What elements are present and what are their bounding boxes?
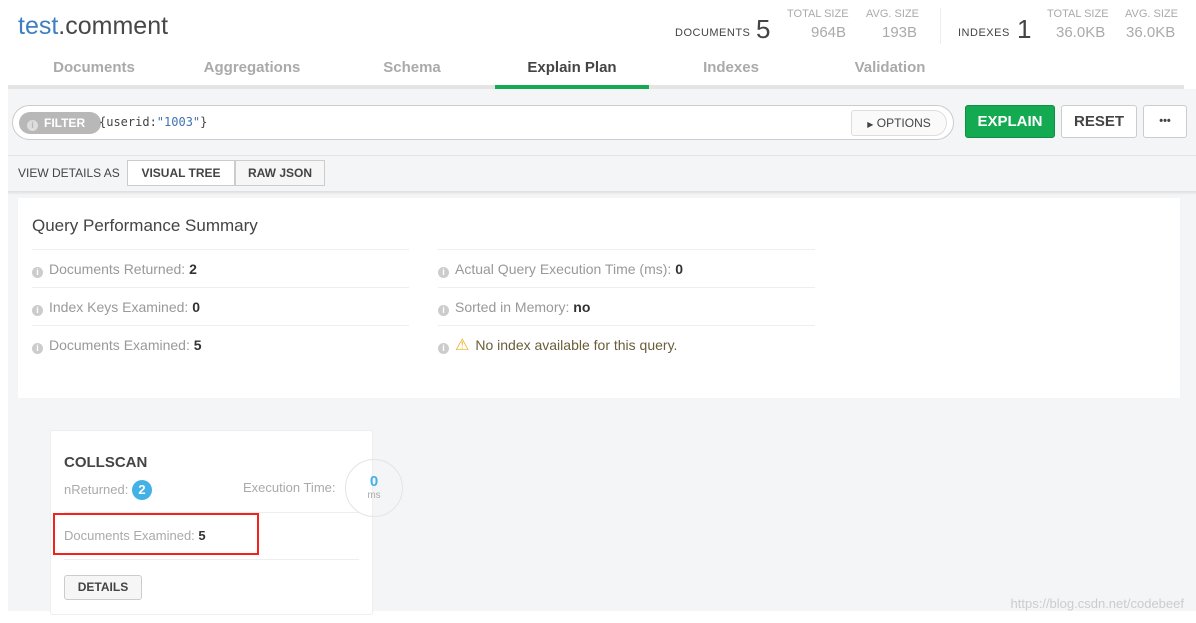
exec-time-unit: ms [367,490,381,501]
stage-name: COLLSCAN [64,454,148,471]
info-icon: i [32,267,43,278]
summary-row: i Documents Examined: 5 [32,325,409,363]
info-icon: i [438,343,449,354]
row-label: Sorted in Memory: [455,299,570,315]
more-options-button[interactable]: ••• [1143,105,1187,138]
caret-right-icon: ▶ [867,120,874,129]
nreturned: nReturned: 2 [64,480,152,500]
tab-indexes[interactable]: Indexes [649,59,813,76]
warning-icon: ⚠ [455,337,470,354]
row-value: no [573,299,591,315]
tab-documents[interactable]: Documents [8,59,180,76]
namespace-title: test.comment [18,12,168,41]
info-icon: i [438,305,449,316]
indexes-label: INDEXES [958,27,1010,39]
summary-row: i Index Keys Examined: 0 [32,287,409,325]
info-icon: i [438,267,449,278]
stats-divider [940,8,941,44]
execution-time-label: Execution Time: [243,480,336,495]
options-button[interactable]: ▶ OPTIONS [851,110,947,136]
db-name: test [18,12,59,40]
row-label: Index Keys Examined: [49,299,189,315]
row-label: Actual Query Execution Time (ms): [455,261,672,277]
watermark: https://blog.csdn.net/codebeef [1010,596,1184,611]
summary-row: i Actual Query Execution Time (ms): 0 [438,249,815,287]
doc-avg-size: 193B [882,24,918,41]
info-icon: i [27,120,38,131]
filter-input[interactable]: i FILTER {userid:"1003"} ▶ OPTIONS [12,105,954,140]
exec-time-value: 0 [369,473,379,490]
tab-validation[interactable]: Validation [813,59,967,76]
idx-avg-size-label: AVG. SIZE [1125,8,1178,20]
documents-count: 5 [756,14,771,44]
row-label: Documents Returned: [49,261,186,277]
row-value: 0 [192,299,200,315]
options-label: OPTIONS [876,116,931,130]
reset-button[interactable]: RESET [1061,105,1137,138]
doc-total-size-label: TOTAL SIZE [787,8,849,20]
shadow [8,191,1196,195]
filter-value[interactable]: {userid:"1003"} [99,115,207,129]
indexes-count: 1 [1017,14,1032,44]
info-icon: i [32,343,43,354]
filter-badge[interactable]: i FILTER [19,112,101,134]
highlight-box [53,513,259,555]
details-button[interactable]: DETAILS [64,575,142,600]
documents-label: DOCUMENTS [675,27,751,39]
idx-total-size: 36.0KB [1056,24,1106,41]
filter-key: {userid: [99,115,157,129]
filter-close: } [200,115,208,129]
info-icon: i [32,305,43,316]
summary-row: i Sorted in Memory: no [438,287,815,325]
divider [64,559,359,560]
idx-avg-size: 36.0KB [1126,24,1176,41]
explain-button[interactable]: EXPLAIN [965,105,1055,138]
doc-avg-size-label: AVG. SIZE [866,8,919,20]
summary-warning-row: i ⚠ No index available for this query. [438,325,815,363]
collection-name: .comment [58,12,169,40]
tab-bar: Documents Aggregations Schema Explain Pl… [8,55,1184,89]
summary-title: Query Performance Summary [32,216,258,235]
filter-badge-label: FILTER [44,116,86,130]
summary-row: i Documents Returned: 2 [32,249,409,287]
idx-total-size-label: TOTAL SIZE [1047,8,1109,20]
view-details-label: VIEW DETAILS AS [18,166,120,180]
doc-total-size: 964B [811,24,847,41]
row-label: Documents Examined: [49,337,190,353]
row-value: 2 [189,261,197,277]
nreturned-badge: 2 [131,480,152,500]
nreturned-label: nReturned: [64,482,129,497]
tab-schema[interactable]: Schema [324,59,500,76]
row-value: 5 [193,337,202,353]
tab-aggregations[interactable]: Aggregations [180,59,324,76]
tab-explain-plan[interactable]: Explain Plan [495,59,649,76]
row-value: 0 [675,261,683,277]
filter-string: "1003" [156,115,201,129]
execution-time-circle: 0 ms [345,459,403,517]
visual-tree-button[interactable]: VISUAL TREE [127,160,235,186]
warning-text: No index available for this query. [475,337,678,353]
divider [8,155,1196,156]
raw-json-button[interactable]: RAW JSON [235,160,325,186]
query-performance-summary: Query Performance Summary i Documents Ret… [18,198,1180,398]
